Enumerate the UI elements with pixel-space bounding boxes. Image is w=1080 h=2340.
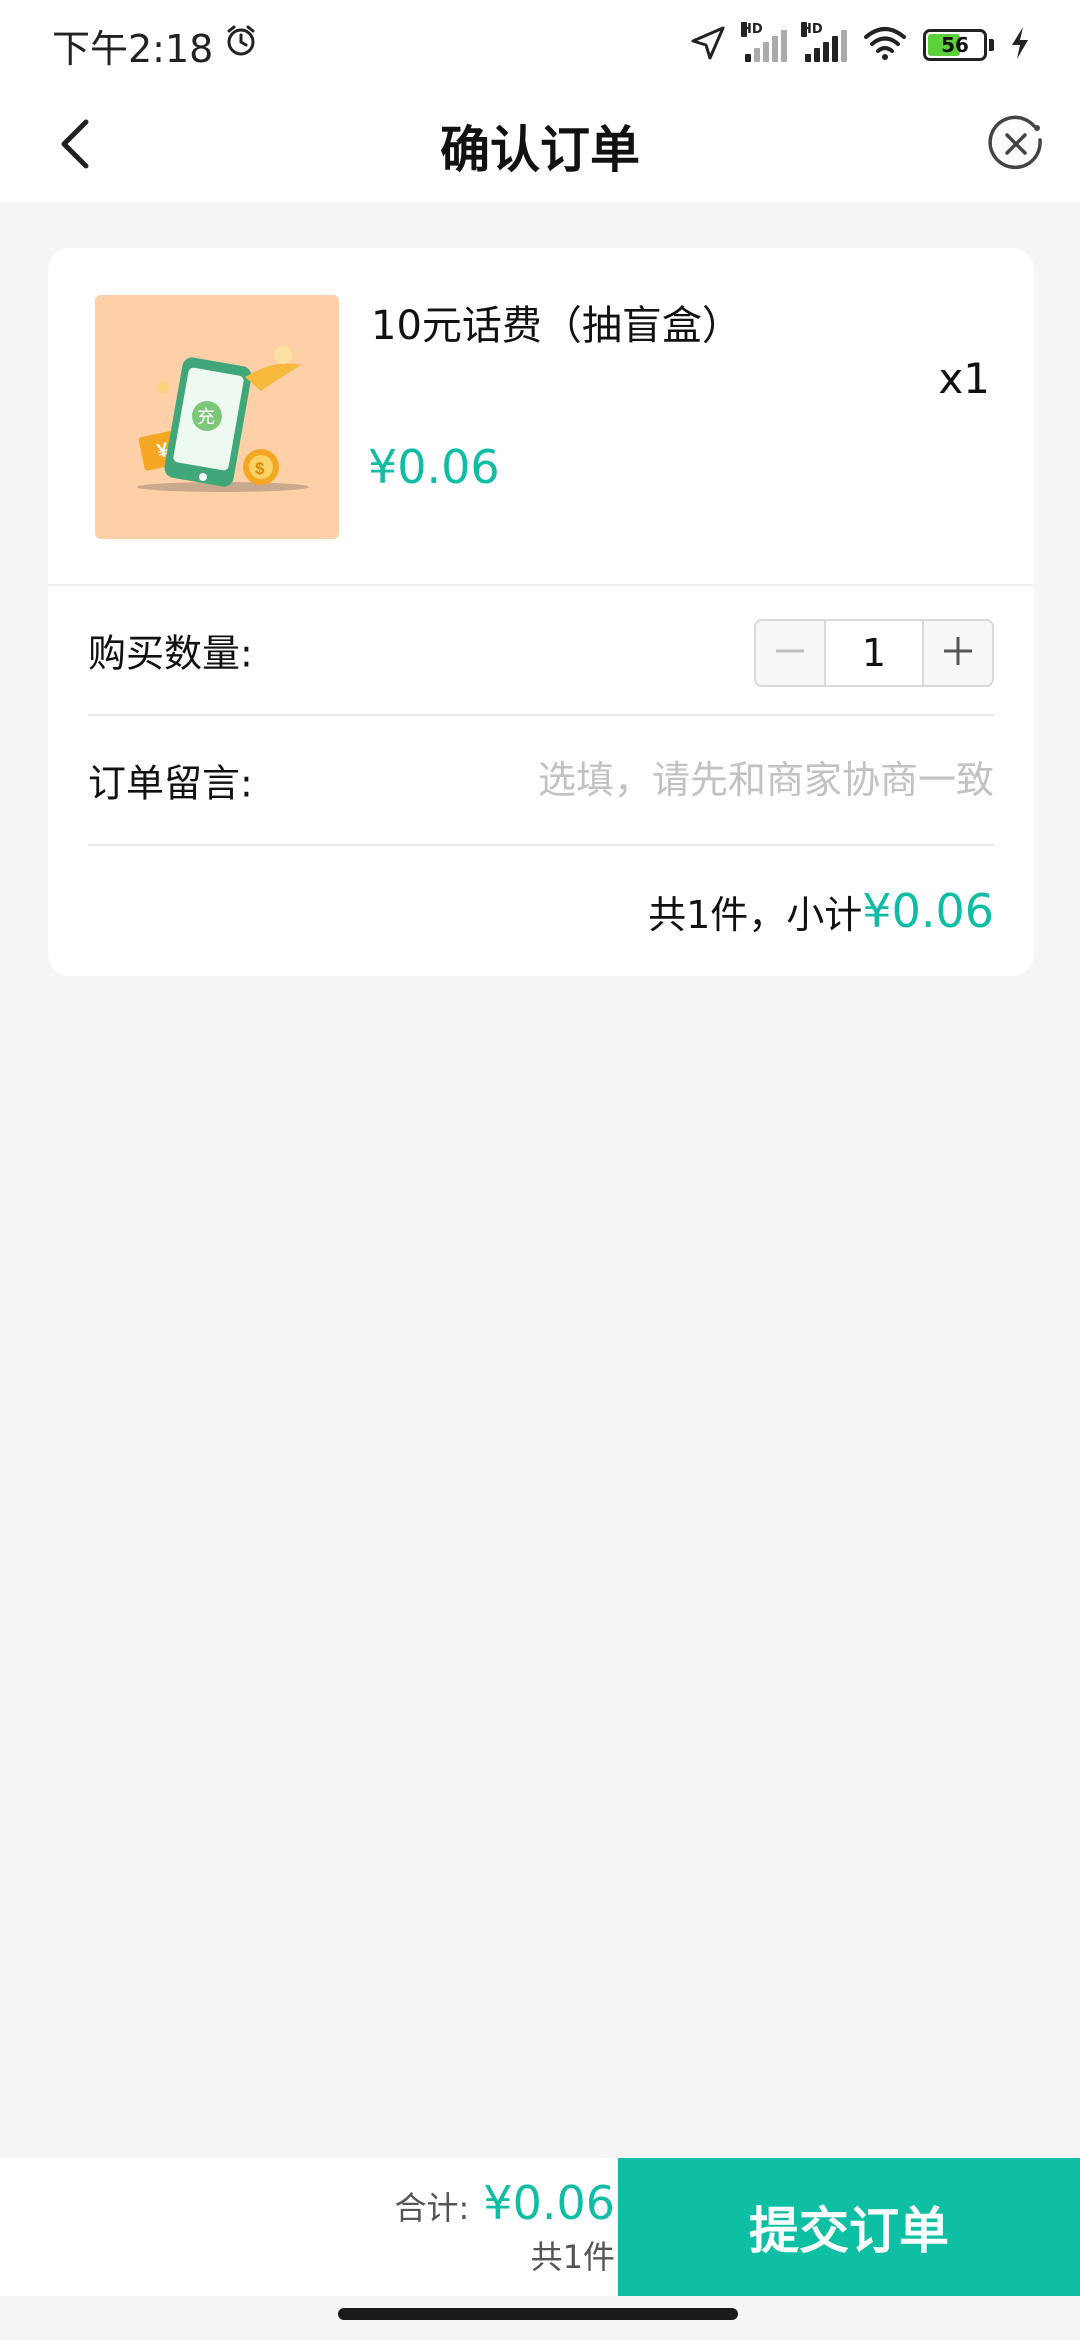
total-price: ¥0.06 [483, 2176, 615, 2230]
alarm-clock-icon [223, 23, 259, 68]
page-title: 确认订单 [440, 121, 640, 179]
svg-text:$: $ [255, 459, 265, 478]
hd-label: HD [801, 22, 823, 37]
status-left: 下午2:18 [52, 18, 259, 73]
note-label: 订单留言: [88, 761, 253, 806]
wifi-icon [863, 25, 907, 65]
battery-indicator: 56 [923, 29, 987, 61]
status-right: HD HD 56 [689, 22, 1030, 66]
total-line: 合计: ¥0.06 [395, 2176, 616, 2230]
subtotal-price: ¥0.06 [862, 884, 994, 938]
subtotal-text: 共1件，小计 [648, 892, 863, 937]
signal-strength-2: HD [801, 22, 847, 62]
quantity-row: 购买数量: 1 [88, 586, 994, 716]
charging-bolt-icon [1010, 26, 1030, 64]
subtotal-row: 共1件，小计 ¥0.06 [88, 846, 994, 976]
bottom-bar: 合计: ¥0.06 共1件 提交订单 [0, 2158, 1080, 2296]
quantity-label: 购买数量: [88, 631, 253, 676]
chevron-left-icon [54, 116, 94, 176]
quantity-value[interactable]: 1 [824, 621, 924, 685]
submit-order-button[interactable]: 提交订单 [618, 2158, 1080, 2296]
close-button[interactable] [978, 108, 1054, 184]
plus-icon [940, 633, 976, 673]
battery-cap [989, 39, 994, 51]
status-bar: 下午2:18 HD HD 56 [0, 0, 1080, 90]
product-price: ¥0.06 [368, 440, 500, 494]
back-button[interactable] [38, 108, 110, 184]
product-row: ¥ 充 $ 10元话费（抽盲盒） ¥0.06 x1 [48, 248, 1034, 586]
nav-bar: 确认订单 [0, 90, 1080, 202]
total-block: 合计: ¥0.06 共1件 [395, 2176, 616, 2278]
quantity-stepper: 1 [754, 619, 994, 687]
total-label: 合计: [394, 2189, 470, 2227]
hd-label: HD [741, 22, 763, 37]
product-quantity: x1 [938, 354, 990, 403]
status-time: 下午2:18 [52, 26, 214, 71]
minus-icon [772, 633, 808, 673]
signal-strength-1: HD [741, 22, 787, 62]
note-row: 订单留言: [88, 716, 994, 846]
svg-text:充: 充 [197, 407, 215, 428]
product-thumbnail: ¥ 充 $ [95, 295, 339, 539]
increase-button[interactable] [924, 621, 992, 685]
decrease-button[interactable] [756, 621, 824, 685]
home-indicator[interactable] [338, 2308, 738, 2320]
total-count: 共1件 [530, 2238, 615, 2276]
product-name: 10元话费（抽盲盒） [371, 303, 742, 349]
close-circle-icon [986, 114, 1046, 178]
battery-level: 56 [941, 33, 969, 57]
phone-recharge-illustration: ¥ 充 $ [137, 346, 309, 492]
location-arrow-icon [689, 24, 727, 66]
order-note-input[interactable] [434, 758, 994, 802]
order-card: ¥ 充 $ 10元话费（抽盲盒） ¥0.06 x1 购买数量: 1 订单留言: … [48, 248, 1034, 976]
